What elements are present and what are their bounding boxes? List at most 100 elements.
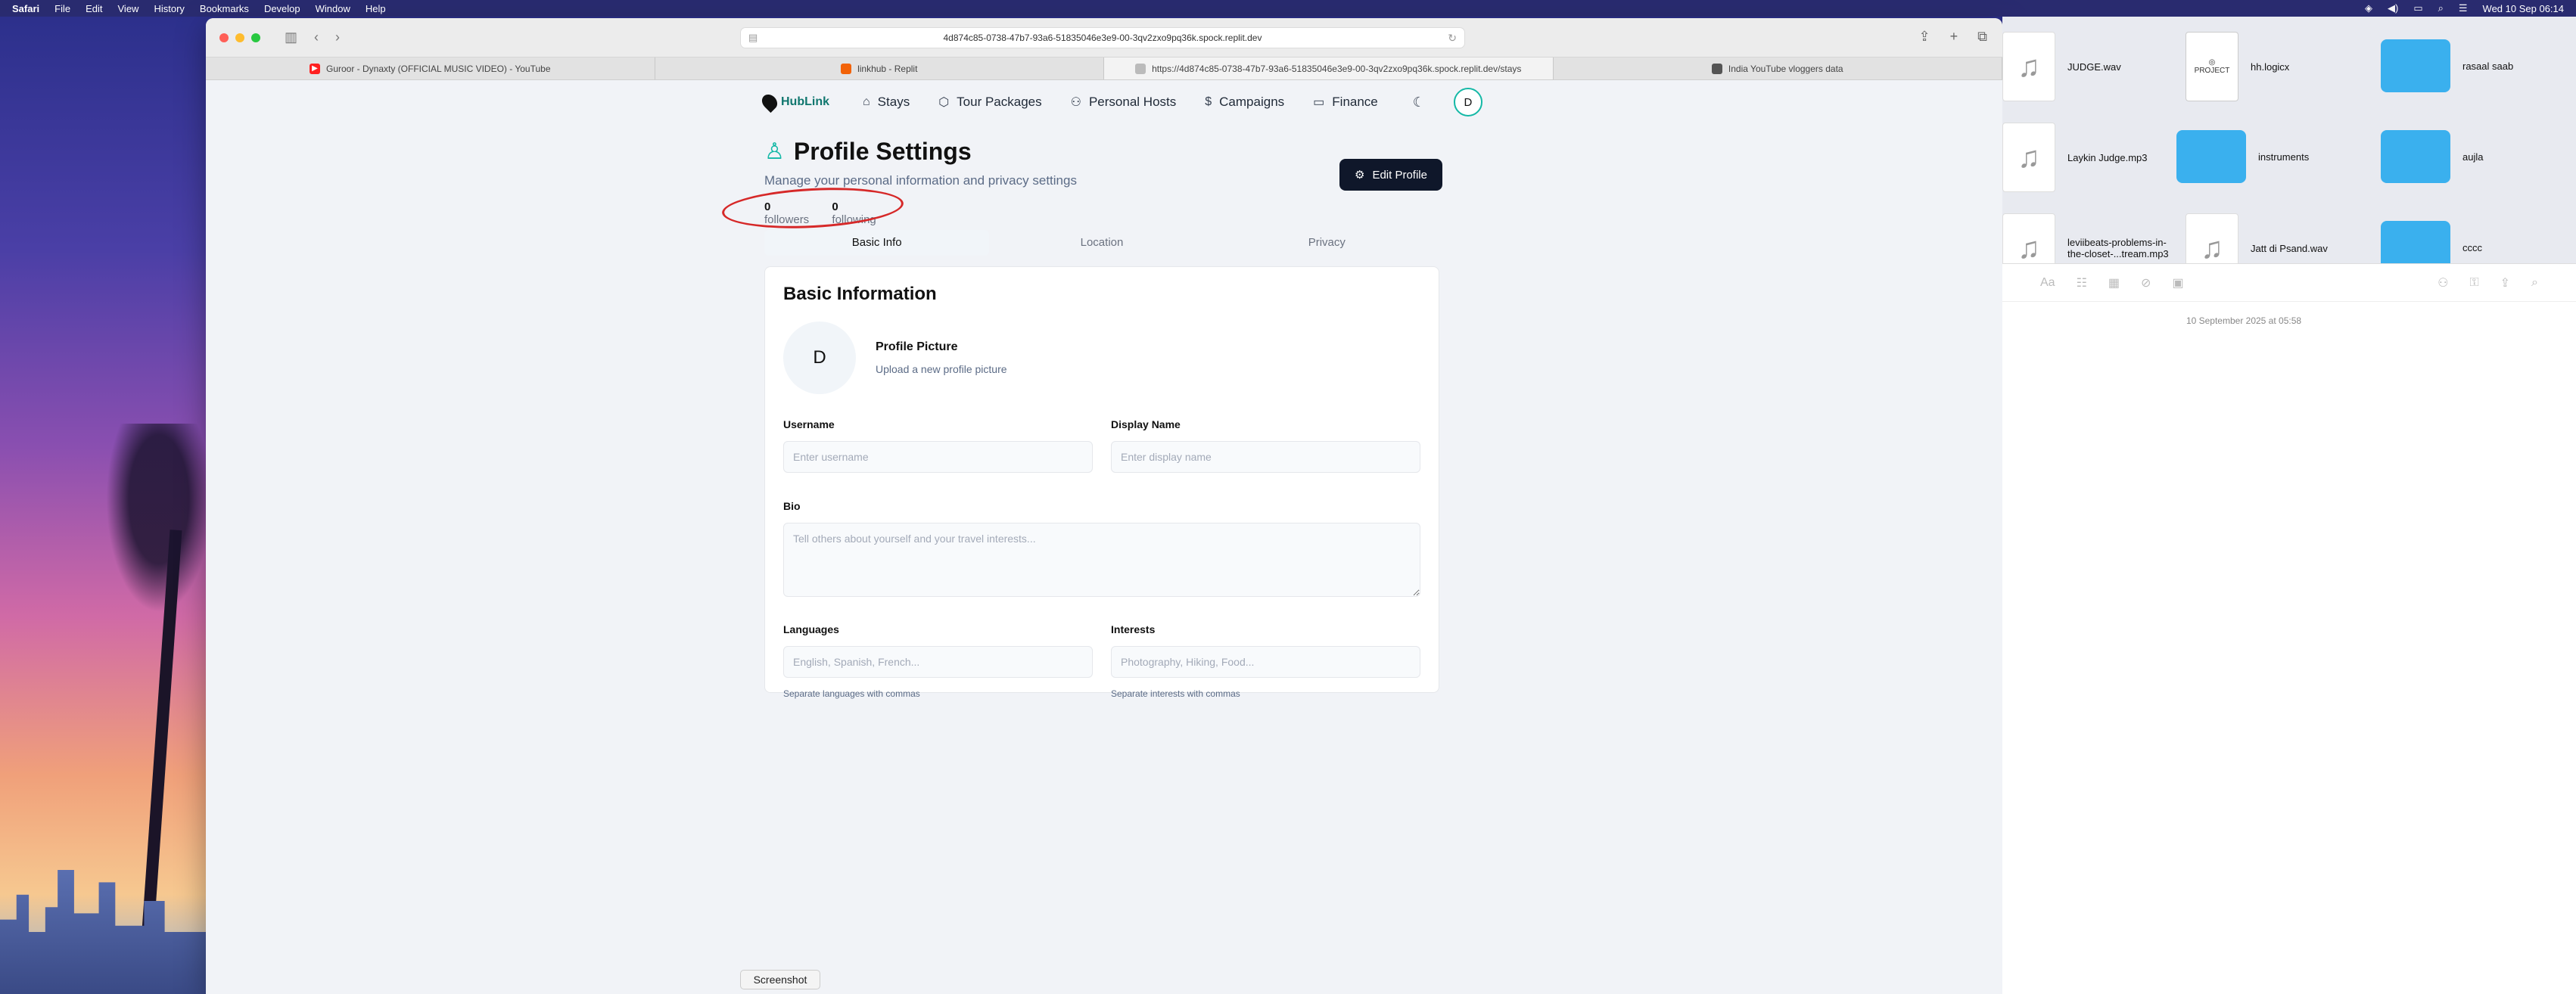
browser-tab-replit[interactable]: linkhub - Replit (655, 57, 1104, 79)
attachment-icon[interactable]: ⊘ (2141, 275, 2151, 290)
menu-bar: Safari File Edit View History Bookmarks … (0, 0, 2576, 17)
desktop-file[interactable]: ♫ leviibeats-problems-in-the-closet-...t… (2002, 213, 2181, 263)
desktop-files: ♫ JUDGE.wav ◎ PROJECT hh.logicx rasaal sa… (2002, 17, 2576, 263)
menu-clock[interactable]: Wed 10 Sep 06:14 (2483, 3, 2564, 14)
browser-tab-youtube[interactable]: ▶ Guroor - Dynaxty (OFFICIAL MUSIC VIDEO… (206, 57, 655, 79)
menu-develop[interactable]: Develop (264, 3, 300, 14)
desktop-folder[interactable]: instruments (2176, 130, 2309, 183)
battery-icon[interactable]: ▭ (2413, 2, 2422, 14)
page-title: Profile Settings (793, 138, 972, 165)
collaborate-icon[interactable]: ⚇ (2438, 275, 2448, 290)
audio-file-icon: ♫ (2186, 213, 2238, 263)
desktop-file[interactable]: ◎ PROJECT hh.logicx (2186, 32, 2289, 101)
desktop-folder[interactable]: rasaal saab (2381, 39, 2513, 92)
format-icon[interactable]: Aa (2040, 276, 2055, 290)
screenshot-thumbnail-label[interactable]: Screenshot (740, 970, 820, 989)
interests-input[interactable] (1111, 646, 1420, 678)
menu-history[interactable]: History (154, 3, 184, 14)
desktop-file[interactable]: ♫ JUDGE.wav (2002, 32, 2121, 101)
reload-icon[interactable]: ↻ (1448, 32, 1457, 45)
tab-location[interactable]: Location (989, 230, 1214, 256)
close-window-button[interactable] (219, 33, 229, 42)
media-icon[interactable]: ▣ (2172, 275, 2183, 290)
back-icon[interactable]: ‹ (314, 30, 319, 45)
edit-profile-label: Edit Profile (1372, 168, 1427, 182)
audio-file-icon: ♫ (2002, 213, 2055, 263)
window-controls (219, 33, 260, 42)
gear-icon: ⚙ (1355, 169, 1365, 182)
nav-tour-packages[interactable]: ⬡ Tour Packages (938, 95, 1041, 110)
nav-personal-hosts[interactable]: ⚇ Personal Hosts (1071, 95, 1177, 110)
desktop-file[interactable]: ♫ Jatt di Psand.wav (2186, 213, 2328, 263)
tab-privacy[interactable]: Privacy (1215, 230, 1439, 256)
edit-profile-button[interactable]: ⚙ Edit Profile (1339, 159, 1442, 191)
nav-label: Tour Packages (957, 95, 1042, 109)
user-avatar[interactable]: D (1453, 88, 1482, 116)
address-bar[interactable]: ▤ 4d874c85-0738-47b7-93a6-51835046e3e9-0… (740, 27, 1465, 48)
page-icon: ▤ (748, 32, 758, 43)
page-viewport: HubLink ⌂ Stays ⬡ Tour Packages ⚇ Person… (206, 80, 2002, 994)
browser-tab-stays[interactable]: https://4d874c85-0738-47b7-93a6-51835046… (1104, 57, 1554, 79)
desktop-file[interactable]: ♫ Laykin Judge.mp3 (2002, 123, 2148, 192)
search-icon[interactable]: ⌕ (2438, 2, 2444, 14)
folder-icon (2381, 221, 2450, 263)
audio-file-icon: ♫ (2002, 32, 2055, 101)
lock-icon[interactable]: ⚿ (2469, 276, 2478, 290)
home-icon: ⌂ (863, 95, 870, 108)
tab-overview-icon[interactable]: ⧉ (1977, 29, 1987, 45)
menu-edit[interactable]: Edit (86, 3, 102, 14)
folder-icon (2381, 39, 2450, 92)
brand-name: HubLink (781, 95, 829, 108)
new-tab-icon[interactable]: + (1950, 29, 1958, 45)
tab-label: Guroor - Dynaxty (OFFICIAL MUSIC VIDEO) … (325, 63, 551, 74)
notes-window: Aa ☷ ▦ ⊘ ▣ ⚇ ⚿ ⇪ ⌕ 10 September 2025 at … (2002, 263, 2576, 994)
map-pin-icon (758, 91, 781, 113)
checklist-icon[interactable]: ☷ (2077, 275, 2087, 290)
menu-window[interactable]: Window (316, 3, 350, 14)
user-icon: ♙ (764, 139, 785, 164)
nav-stays[interactable]: ⌂ Stays (863, 95, 910, 110)
menu-help[interactable]: Help (366, 3, 386, 14)
nav-finance[interactable]: ▭ Finance (1313, 95, 1378, 110)
desktop-folder[interactable]: aujla (2381, 130, 2483, 183)
menu-bookmarks[interactable]: Bookmarks (200, 3, 249, 14)
browser-tab-vloggers[interactable]: India YouTube vloggers data (1554, 57, 2002, 79)
address-bar-url: 4d874c85-0738-47b7-93a6-51835046e3e9-00-… (943, 33, 1262, 43)
replit-icon (841, 63, 852, 74)
forward-icon[interactable]: › (335, 30, 340, 45)
share-icon[interactable]: ⇪ (2500, 275, 2510, 290)
volume-icon[interactable]: ◀) (2388, 2, 2398, 14)
username-input[interactable] (783, 441, 1093, 473)
tab-basic-info[interactable]: Basic Info (764, 230, 990, 256)
display-name-input[interactable] (1111, 441, 1420, 473)
menu-view[interactable]: View (118, 3, 139, 14)
page-icon (1135, 63, 1146, 74)
table-icon[interactable]: ▦ (2108, 275, 2120, 290)
bio-label: Bio (783, 500, 801, 512)
search-icon[interactable]: ⌕ (2531, 276, 2538, 290)
profile-picture-avatar[interactable]: D (783, 321, 856, 394)
dark-mode-toggle-icon[interactable]: ☾ (1413, 95, 1425, 110)
wifi-icon[interactable]: ◈ (2365, 2, 2372, 14)
tab-label: linkhub - Replit (857, 63, 918, 74)
globe-icon (1711, 63, 1722, 74)
package-icon: ⬡ (938, 96, 950, 109)
minimize-window-button[interactable] (235, 33, 244, 42)
username-label: Username (783, 418, 835, 430)
bio-textarea[interactable] (783, 523, 1420, 597)
sidebar-toggle-icon[interactable]: ▥ (285, 30, 297, 45)
nav-label: Finance (1332, 95, 1378, 109)
languages-input[interactable] (783, 646, 1093, 678)
profile-picture-title: Profile Picture (876, 340, 958, 353)
share-icon[interactable]: ⇪ (1919, 29, 1930, 45)
menu-app-name[interactable]: Safari (12, 3, 39, 14)
menu-file[interactable]: File (54, 3, 70, 14)
brand-logo[interactable]: HubLink (758, 91, 829, 113)
control-center-icon[interactable]: ☰ (2459, 2, 2468, 14)
notes-toolbar: Aa ☷ ▦ ⊘ ▣ ⚇ ⚿ ⇪ ⌕ (2002, 264, 2576, 302)
profile-tabs: Basic Info Location Privacy (764, 230, 1439, 256)
desktop-folder[interactable]: cccc (2381, 221, 2482, 263)
audio-file-icon: ♫ (2002, 123, 2055, 192)
zoom-window-button[interactable] (251, 33, 260, 42)
nav-campaigns[interactable]: $ Campaigns (1205, 95, 1284, 110)
